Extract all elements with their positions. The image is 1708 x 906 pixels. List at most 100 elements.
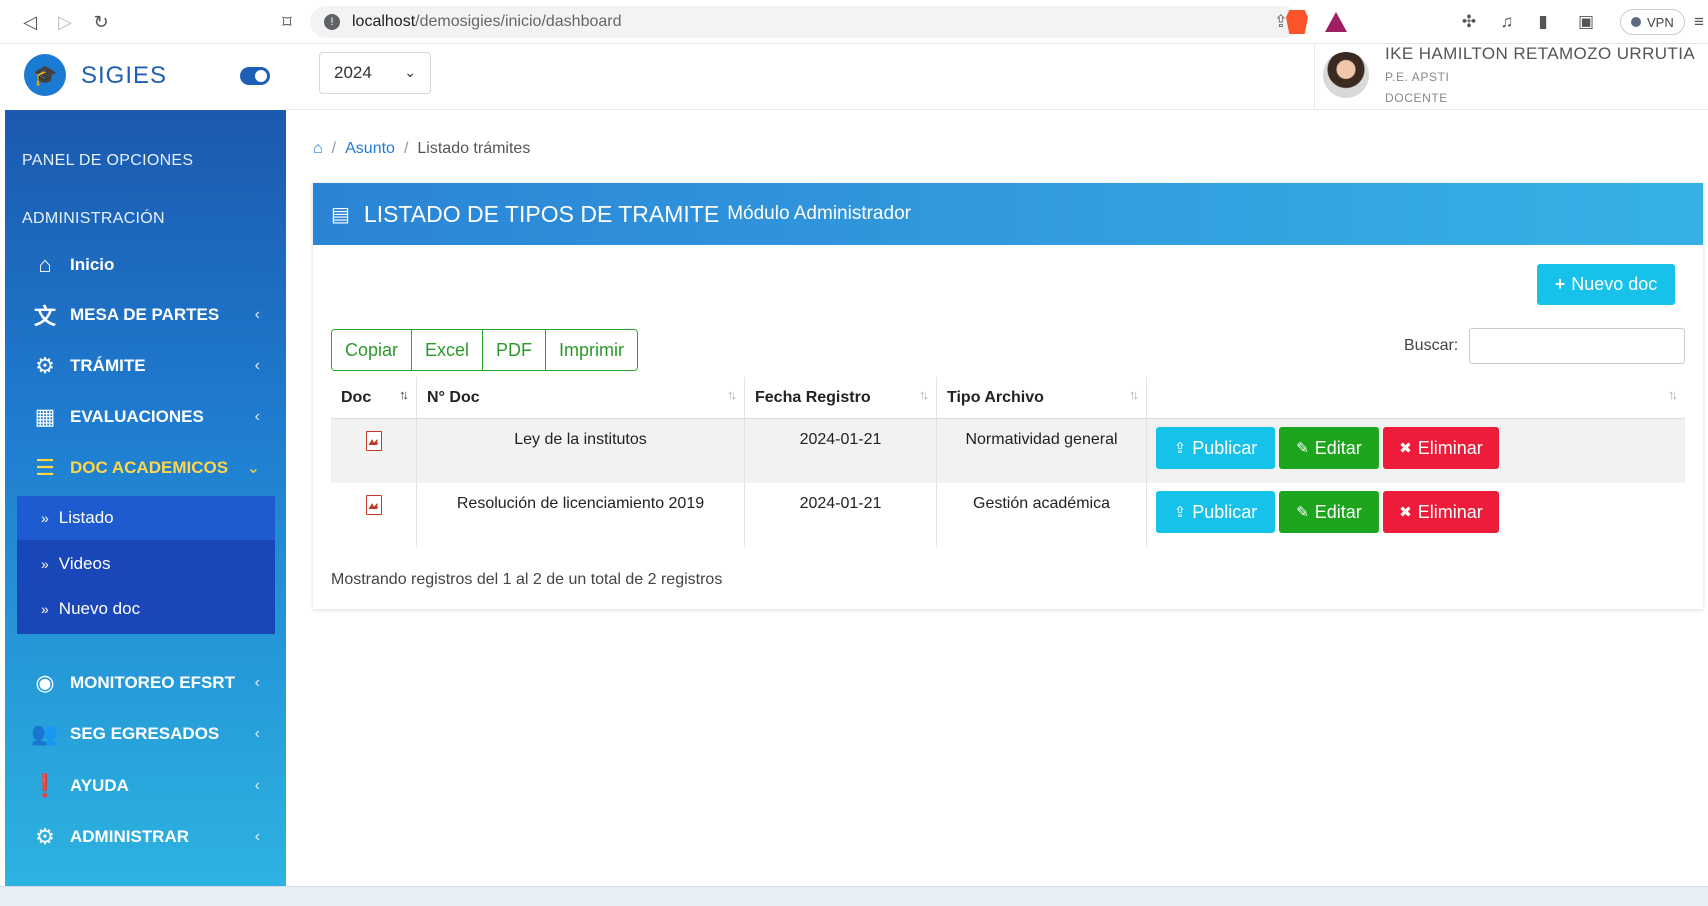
home-icon[interactable]: ⌂ — [313, 140, 323, 158]
share-icon[interactable]: ⇪ — [1274, 12, 1288, 32]
publish-button[interactable]: ⇪ Publicar — [1156, 427, 1275, 469]
publish-label: Publicar — [1192, 501, 1258, 522]
pdf-icon[interactable] — [365, 431, 382, 451]
sidebar-toggle-icon[interactable]: ▮ — [1532, 11, 1554, 33]
brave-shield-icon[interactable] — [1286, 10, 1308, 34]
media-icon[interactable]: ♫ — [1496, 11, 1518, 33]
panel-header: PANEL DE OPCIONES — [22, 152, 194, 169]
publish-button[interactable]: ⇪ Publicar — [1156, 491, 1275, 533]
column-label: Tipo Archivo — [947, 389, 1044, 406]
submenu-item-label: Nuevo doc — [58, 599, 141, 618]
table-row: Resolución de licenciamiento 2019 2024-0… — [331, 483, 1685, 547]
sidebar-item-administrar[interactable]: ⚙ ADMINISTRAR ‹ — [5, 813, 286, 861]
doc-academicos-submenu: » Listado » Videos » Nuevo doc — [17, 496, 275, 634]
breadcrumb: ⌂ / Asunto / Listado trámites — [313, 140, 530, 158]
sidebar-item-label: ADMINISTRAR — [70, 827, 189, 846]
translate-icon: 文 — [33, 304, 56, 329]
print-button[interactable]: Imprimir — [546, 330, 638, 370]
column-header-doc[interactable]: Doc ↑↓ — [331, 377, 417, 419]
eye-icon: ◉ — [35, 670, 55, 695]
sidebar-item-doc-academicos[interactable]: ☰ DOC ACADEMICOS ⌄ — [5, 444, 286, 492]
edit-icon: ✎ — [1296, 440, 1309, 457]
sidebar-toggle[interactable] — [240, 67, 270, 85]
sidebar-item-tramite[interactable]: ⚙ TRÁMITE ‹ — [5, 342, 286, 390]
column-header-fecha-registro[interactable]: Fecha Registro ↑↓ — [745, 377, 937, 419]
column-label: Doc — [341, 389, 372, 406]
sidebar-item-inicio[interactable]: ⌂ Inicio — [5, 241, 286, 289]
double-chevron-icon: » — [41, 556, 49, 572]
new-doc-button[interactable]: + Nuevo doc — [1537, 264, 1675, 305]
submenu-item-nuevo-doc[interactable]: » Nuevo doc — [17, 587, 275, 631]
pdf-icon[interactable] — [365, 495, 382, 515]
submenu-item-label: Listado — [58, 508, 114, 527]
column-header-n-doc[interactable]: N° Doc ↑↓ — [417, 377, 745, 419]
brand-bar: 🎓 SIGIES — [5, 44, 286, 110]
reload-icon[interactable]: ↻ — [89, 10, 113, 34]
sidebar-item-monitoreo-efsrt[interactable]: ◉ MONITOREO EFSRT ‹ — [5, 659, 286, 707]
extensions-icon[interactable]: ✣ — [1458, 11, 1480, 33]
excel-button[interactable]: Excel — [412, 330, 484, 370]
site-info-icon[interactable]: ! — [324, 14, 340, 30]
year-select[interactable]: 2024 ⌄ — [319, 52, 431, 94]
submenu-item-listado[interactable]: » Listado — [17, 496, 275, 540]
delete-label: Eliminar — [1417, 437, 1483, 458]
fecha-cell: 2024-01-21 — [745, 419, 937, 483]
chevron-left-icon: ‹ — [254, 725, 260, 742]
taskbar — [0, 886, 1708, 906]
chevron-down-icon: ⌄ — [246, 460, 260, 477]
upload-icon: ⇪ — [1173, 440, 1187, 457]
column-header-actions[interactable]: ↑↓ — [1147, 377, 1685, 419]
address-bar[interactable]: ! localhost/demosigies/inicio/dashboard … — [310, 6, 1300, 38]
menu-icon[interactable]: ≡ — [1688, 11, 1708, 33]
delete-button[interactable]: ✖ Eliminar — [1383, 427, 1499, 469]
avatar[interactable] — [1323, 52, 1369, 98]
sidebar-item-seg-egresados[interactable]: 👥 SEG EGRESADOS ‹ — [5, 710, 286, 758]
breadcrumb-separator: / — [331, 140, 337, 157]
upload-icon: ⇪ — [1173, 504, 1187, 521]
forward-icon[interactable]: ▷ — [53, 10, 77, 34]
column-header-tipo-archivo[interactable]: Tipo Archivo ↑↓ — [937, 377, 1147, 419]
browser-toolbar: ◁ ▷ ↻ ⌑ ! localhost/demosigies/inicio/da… — [0, 0, 1708, 44]
chevron-left-icon: ‹ — [254, 306, 260, 323]
chevron-left-icon: ‹ — [254, 674, 260, 691]
pdf-button[interactable]: PDF — [483, 330, 547, 370]
breadcrumb-link-asunto[interactable]: Asunto — [345, 140, 395, 158]
wallet-icon[interactable]: ▣ — [1575, 11, 1597, 33]
table-info: Mostrando registros del 1 al 2 de un tot… — [331, 571, 723, 588]
copy-button[interactable]: Copiar — [332, 330, 413, 370]
plus-icon: + — [1554, 274, 1566, 294]
sidebar-item-mesa-de-partes[interactable]: 文 MESA DE PARTES ‹ — [5, 291, 286, 339]
bookmark-icon[interactable]: ⌑ — [275, 10, 299, 34]
edit-button[interactable]: ✎ Editar — [1279, 427, 1379, 469]
back-icon[interactable]: ◁ — [18, 10, 42, 34]
submenu-item-videos[interactable]: » Videos — [17, 542, 275, 586]
delete-button[interactable]: ✖ Eliminar — [1383, 491, 1499, 533]
page-title: LISTADO DE TIPOS DE TRAMITE — [363, 200, 720, 227]
sidebar-item-evaluaciones[interactable]: ▦ EVALUACIONES ‹ — [5, 393, 286, 441]
edit-button[interactable]: ✎ Editar — [1279, 491, 1379, 533]
doc-cell — [331, 419, 417, 483]
table-header: Doc ↑↓ N° Doc ↑↓ Fecha Registro ↑↓ Tipo … — [331, 377, 1685, 419]
page-subtitle: Módulo Administrador — [727, 203, 911, 224]
breadcrumb-current: Listado trámites — [417, 140, 531, 157]
chevron-down-icon: ⌄ — [404, 64, 416, 80]
sidebar-item-label: EVALUACIONES — [70, 407, 204, 426]
calendar-icon: ▦ — [34, 404, 56, 429]
edit-label: Editar — [1314, 437, 1362, 458]
user-role: DOCENTE — [1385, 91, 1448, 105]
sidebar-item-label: Inicio — [70, 255, 115, 274]
tipo-cell: Gestión académica — [937, 483, 1147, 547]
sidebar-item-label: MONITOREO EFSRT — [70, 673, 235, 692]
listing-card: ▤ LISTADO DE TIPOS DE TRAMITE Módulo Adm… — [313, 183, 1703, 609]
brand-name[interactable]: SIGIES — [81, 62, 167, 90]
sidebar-item-ayuda[interactable]: ❗ AYUDA ‹ — [5, 762, 286, 810]
search-input[interactable] — [1469, 328, 1685, 364]
column-label: N° Doc — [427, 389, 480, 406]
graduation-cap-icon: 🎓 — [24, 54, 66, 96]
search-label: Buscar: — [1404, 337, 1459, 354]
sort-icon: ↑↓ — [1668, 387, 1678, 402]
sort-asc-icon: ↑↓ — [399, 387, 409, 402]
vpn-button[interactable]: VPN — [1620, 9, 1685, 35]
user-menu[interactable]: IKE HAMILTON RETAMOZO URRUTIA P.E. APSTI… — [1314, 44, 1708, 110]
rewards-icon[interactable] — [1325, 12, 1347, 32]
